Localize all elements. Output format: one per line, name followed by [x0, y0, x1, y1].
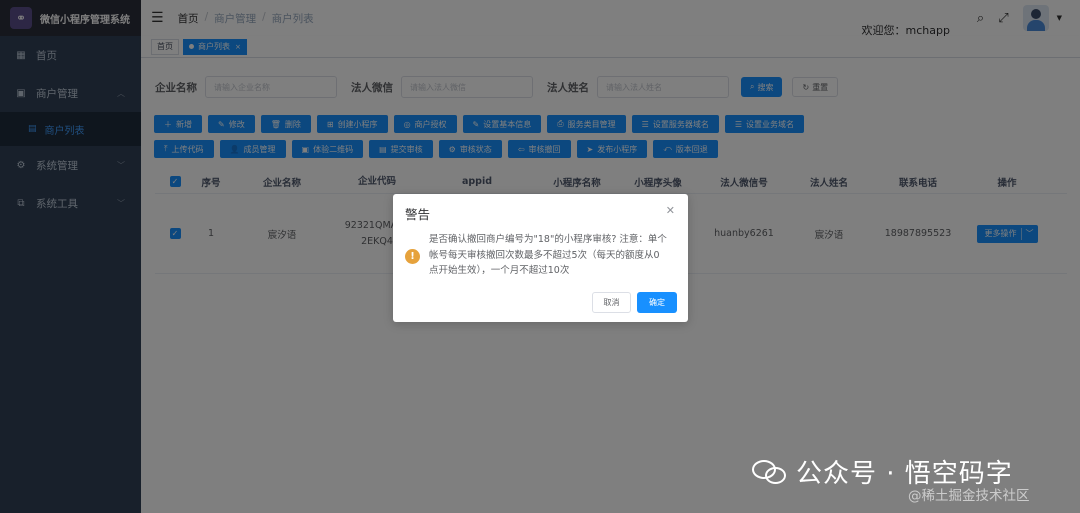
- wechat-icon: [752, 458, 788, 486]
- confirm-button[interactable]: 确定: [637, 292, 677, 313]
- watermark-juejin: @稀土掘金技术社区: [908, 488, 1030, 504]
- close-icon[interactable]: ✕: [666, 204, 675, 217]
- dialog-message: 是否确认撤回商户编号为"18"的小程序审核? 注意：单个帐号每天审核撤回次数最多…: [429, 234, 667, 276]
- warning-icon: !: [405, 249, 420, 264]
- cancel-button[interactable]: 取消: [592, 292, 631, 313]
- warning-dialog: 警告 ✕ ! 是否确认撤回商户编号为"18"的小程序审核? 注意：单个帐号每天审…: [393, 194, 688, 322]
- dialog-title: 警告: [405, 207, 431, 222]
